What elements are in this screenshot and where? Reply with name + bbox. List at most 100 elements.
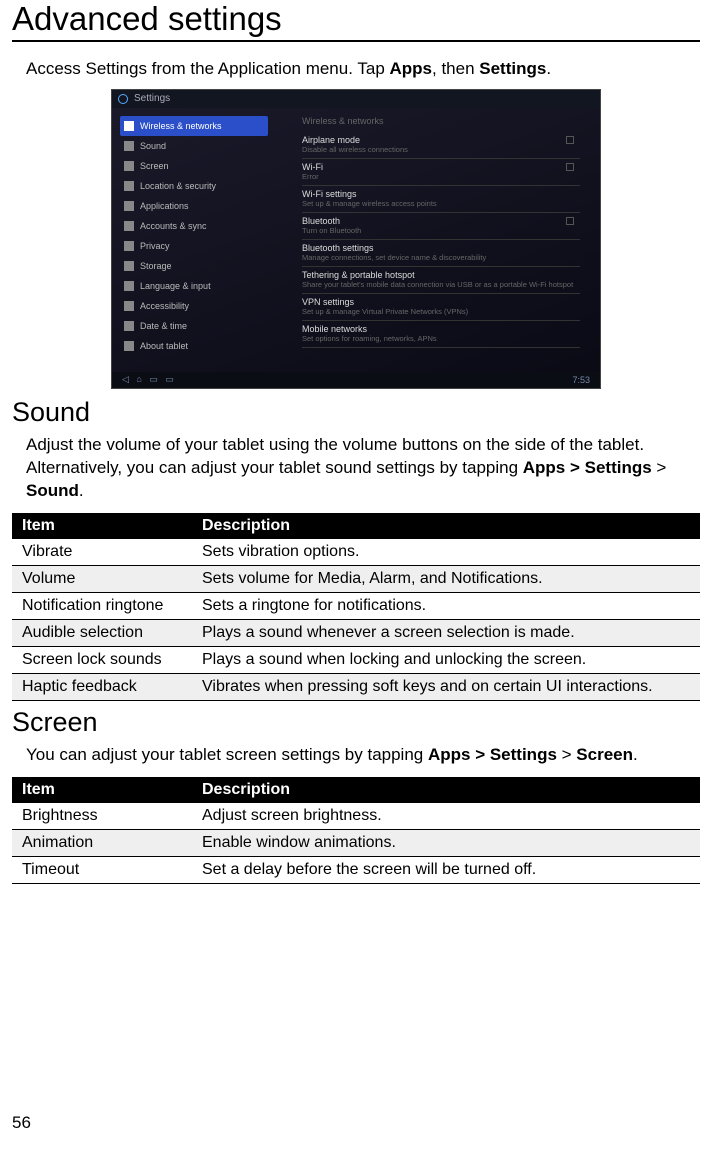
ss-left-panel: Wireless & networks Sound Screen Location &…	[124, 116, 264, 356]
table-row: TimeoutSet a delay before the screen wil…	[12, 856, 700, 883]
cell-item: Notification ringtone	[12, 592, 192, 619]
cell-desc: Sets volume for Media, Alarm, and Notifi…	[192, 565, 700, 592]
screen-path1: Apps > Settings	[428, 745, 557, 764]
sound-th-desc: Description	[192, 513, 700, 539]
cell-desc: Sets a ringtone for notifications.	[192, 592, 700, 619]
ss-item-icon	[124, 321, 134, 331]
cell-desc: Sets vibration options.	[192, 539, 700, 566]
cell-item: Brightness	[12, 803, 192, 830]
table-row: VibrateSets vibration options.	[12, 539, 700, 566]
ss-item-icon	[124, 281, 134, 291]
intro-pre: Access Settings from the Application men…	[26, 59, 390, 78]
ss-row-sub: Set up & manage Virtual Private Networks…	[302, 307, 580, 316]
ss-right-row: Mobile networksSet options for roaming, …	[302, 321, 580, 348]
cell-item: Animation	[12, 829, 192, 856]
ss-right-panel: Wireless & networks Airplane modeDisable…	[302, 116, 580, 348]
screen-pre: You can adjust your tablet screen settin…	[26, 745, 428, 764]
ss-row-title: Bluetooth settings	[302, 243, 580, 253]
gear-icon	[118, 94, 128, 104]
ss-row-sub: Disable all wireless connections	[302, 145, 580, 154]
ss-row-sub: Error	[302, 172, 580, 181]
cell-desc: Vibrates when pressing soft keys and on …	[192, 673, 700, 700]
ss-row-sub: Share your tablet's mobile data connecti…	[302, 280, 580, 289]
sound-th-item: Item	[12, 513, 192, 539]
ss-left-item: Accounts & sync	[124, 216, 264, 236]
table-row: Audible selectionPlays a sound whenever …	[12, 619, 700, 646]
ss-item-label: Date & time	[140, 321, 187, 331]
ss-item-icon	[124, 261, 134, 271]
intro-mid: , then	[432, 59, 479, 78]
ss-item-icon	[124, 181, 134, 191]
table-row: Haptic feedbackVibrates when pressing so…	[12, 673, 700, 700]
ss-item-label: Wireless & networks	[140, 121, 222, 131]
ss-right-row: Airplane modeDisable all wireless connec…	[302, 132, 580, 159]
cell-desc: Plays a sound whenever a screen selectio…	[192, 619, 700, 646]
checkbox-icon	[566, 163, 574, 171]
screen-text: You can adjust your tablet screen settin…	[26, 744, 700, 767]
ss-item-icon	[124, 341, 134, 351]
checkbox-icon	[566, 217, 574, 225]
sound-heading: Sound	[12, 397, 700, 428]
intro-settings: Settings	[479, 59, 546, 78]
cell-desc: Adjust screen brightness.	[192, 803, 700, 830]
ss-right-row: Tethering & portable hotspotShare your t…	[302, 267, 580, 294]
ss-item-icon	[124, 241, 134, 251]
table-row: Screen lock soundsPlays a sound when loc…	[12, 646, 700, 673]
ss-left-item: Wireless & networks	[120, 116, 268, 136]
cell-item: Timeout	[12, 856, 192, 883]
ss-left-item: Screen	[124, 156, 264, 176]
table-row: AnimationEnable window animations.	[12, 829, 700, 856]
ss-row-sub: Set up & manage wireless access points	[302, 199, 580, 208]
ss-item-label: Storage	[140, 261, 172, 271]
ss-item-label: Privacy	[140, 241, 170, 251]
ss-item-label: Screen	[140, 161, 169, 171]
ss-right-row: Bluetooth settingsManage connections, se…	[302, 240, 580, 267]
ss-item-icon	[124, 201, 134, 211]
intro-apps: Apps	[390, 59, 433, 78]
ss-row-title: VPN settings	[302, 297, 580, 307]
ss-row-title: Wi-Fi settings	[302, 189, 580, 199]
screen-path2: Screen	[576, 745, 633, 764]
ss-topbar: Settings	[112, 90, 600, 108]
screen-table: Item Description BrightnessAdjust screen…	[12, 777, 700, 884]
intro-text: Access Settings from the Application men…	[26, 58, 700, 81]
cell-item: Vibrate	[12, 539, 192, 566]
nav-icons: ◁ ⌂ ▭ ▭	[122, 374, 174, 385]
table-row: Notification ringtoneSets a ringtone for…	[12, 592, 700, 619]
ss-item-label: Location & security	[140, 181, 216, 191]
ss-left-item: Applications	[124, 196, 264, 216]
cell-item: Volume	[12, 565, 192, 592]
ss-item-label: Sound	[140, 141, 166, 151]
ss-item-label: About tablet	[140, 341, 188, 351]
ss-row-sub: Turn on Bluetooth	[302, 226, 580, 235]
cell-item: Screen lock sounds	[12, 646, 192, 673]
page-number: 56	[12, 1113, 31, 1133]
page-title: Advanced settings	[12, 0, 700, 42]
ss-row-title: Wi-Fi	[302, 162, 580, 172]
intro-post: .	[546, 59, 551, 78]
ss-right-header: Wireless & networks	[302, 116, 580, 126]
sound-mid: >	[652, 458, 667, 477]
cell-item: Audible selection	[12, 619, 192, 646]
screen-mid: >	[557, 745, 576, 764]
screen-heading: Screen	[12, 707, 700, 738]
screen-th-item: Item	[12, 777, 192, 803]
ss-row-title: Tethering & portable hotspot	[302, 270, 580, 280]
ss-row-sub: Manage connections, set device name & di…	[302, 253, 580, 262]
sound-text: Adjust the volume of your tablet using t…	[26, 434, 700, 503]
ss-bottombar: ◁ ⌂ ▭ ▭ 7:53	[112, 372, 600, 388]
ss-title: Settings	[134, 93, 170, 104]
ss-left-item: Privacy	[124, 236, 264, 256]
screen-post: .	[633, 745, 638, 764]
sound-path2: Sound	[26, 481, 79, 500]
ss-item-label: Accessibility	[140, 301, 189, 311]
ss-row-title: Mobile networks	[302, 324, 580, 334]
ss-clock: 7:53	[572, 375, 590, 385]
table-row: VolumeSets volume for Media, Alarm, and …	[12, 565, 700, 592]
ss-item-icon	[124, 221, 134, 231]
ss-item-icon	[124, 141, 134, 151]
ss-left-item: Language & input	[124, 276, 264, 296]
ss-left-item: Location & security	[124, 176, 264, 196]
ss-right-row: Wi-Fi settingsSet up & manage wireless a…	[302, 186, 580, 213]
ss-item-icon	[124, 161, 134, 171]
